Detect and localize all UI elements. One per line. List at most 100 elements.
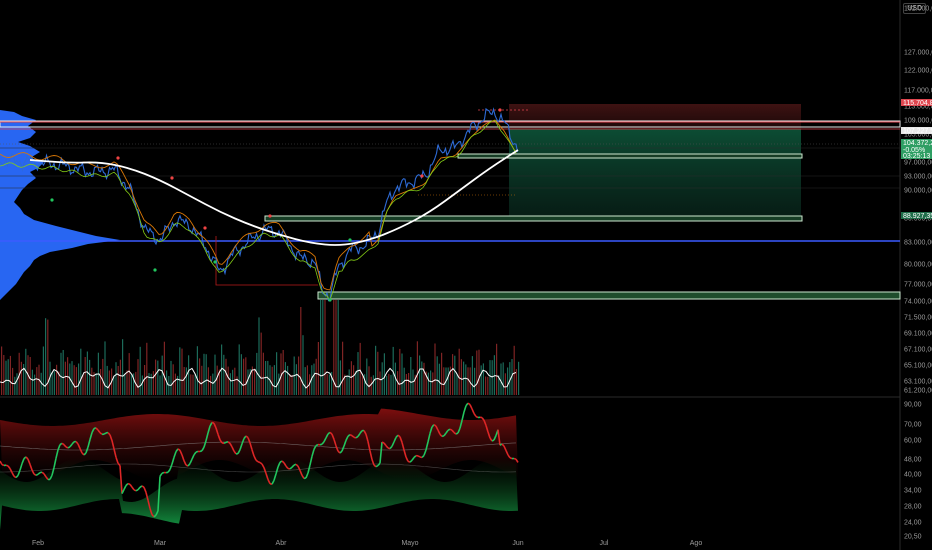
- volume-bar: [467, 367, 469, 395]
- volume-bar: [313, 363, 315, 395]
- volume-bar: [254, 368, 256, 395]
- volume-bar: [104, 341, 106, 395]
- volume-bar: [478, 349, 480, 395]
- osc-tick-label: 48,00: [904, 457, 922, 464]
- volume-bar: [513, 345, 515, 395]
- volume-bar: [324, 300, 326, 395]
- volume-bar: [199, 358, 201, 395]
- volume-bar: [447, 367, 449, 395]
- volume-bar: [430, 370, 432, 395]
- volume-bar: [108, 370, 110, 395]
- volume-bar: [247, 369, 249, 395]
- price-tick-label: 61.200,00: [904, 388, 932, 395]
- volume-bar: [491, 360, 493, 395]
- volume-bar: [1, 346, 3, 395]
- sell-signal-marker: [420, 174, 424, 178]
- volume-bar: [348, 369, 350, 395]
- buy-signal-marker: [213, 260, 217, 264]
- oscillator-segment: [141, 485, 145, 488]
- price-tick-label: 77.000,00: [904, 282, 932, 289]
- price-tick-label: 122.000,00: [904, 68, 932, 75]
- volume-bar: [130, 374, 132, 395]
- stop-loss-zone: [509, 104, 801, 129]
- time-tick-label: Jul: [600, 540, 609, 547]
- volume-bar: [155, 359, 157, 395]
- volume-bar: [458, 348, 460, 395]
- volume-bar: [306, 365, 308, 395]
- volume-bar: [60, 352, 62, 395]
- volume-bar: [287, 365, 289, 395]
- osc-tick-label: 70,00: [904, 422, 922, 429]
- buy-signal-marker: [348, 238, 352, 242]
- buy-signal-marker: [50, 198, 54, 202]
- volume-bar: [317, 342, 319, 395]
- volume-bar: [366, 358, 368, 395]
- volume-bar: [260, 332, 262, 395]
- osc-tick-label: 90,00: [904, 402, 922, 409]
- volume-bar: [159, 375, 161, 395]
- volume-bar: [227, 366, 229, 395]
- volume-bar: [16, 373, 18, 395]
- oscillator-segment: [303, 477, 307, 480]
- volume-bar: [157, 360, 159, 395]
- volume-bar: [185, 367, 187, 395]
- volume-bar: [196, 346, 198, 395]
- price-tag-label: 88.927,35: [903, 213, 932, 220]
- volume-bar: [379, 371, 381, 395]
- demand-zone-lower: [317, 291, 901, 300]
- volume-bar: [45, 318, 47, 395]
- volume-bar: [377, 351, 379, 395]
- volume-bar: [170, 360, 172, 395]
- volume-bar: [359, 342, 361, 395]
- volume-bar: [128, 353, 130, 395]
- time-tick-label: Jun: [512, 540, 523, 547]
- volume-bar: [502, 362, 504, 395]
- price-tag-label: 107.227,52: [903, 128, 932, 135]
- volume-bar: [56, 364, 58, 395]
- volume-bar: [432, 372, 434, 395]
- volume-bar: [441, 352, 443, 395]
- chart-canvas[interactable]: 132.000,00 127.000,00 122.000,00 117.000,00…: [0, 0, 932, 550]
- volume-bar: [5, 360, 7, 395]
- oscillator-segment: [315, 443, 319, 447]
- osc-tick-label: 40,00: [904, 472, 922, 479]
- volume-bar: [337, 300, 339, 395]
- volume-bar: [454, 355, 456, 395]
- volume-bar: [73, 365, 75, 395]
- volume-bar: [507, 367, 509, 395]
- volume-bar: [320, 300, 322, 395]
- volume-bar: [100, 369, 102, 395]
- volume-bar: [119, 359, 121, 395]
- volume-bar: [3, 355, 5, 395]
- oscillator-segment: [257, 461, 261, 464]
- volume-bar: [355, 371, 357, 395]
- volume-bar: [216, 365, 218, 395]
- osc-tick-label: 60,00: [904, 438, 922, 445]
- volume-bar: [401, 353, 403, 395]
- volume-bar: [150, 373, 152, 395]
- volume-bar: [137, 359, 139, 395]
- volume-bar: [31, 369, 33, 395]
- osc-tick-label: 24,00: [904, 520, 922, 527]
- time-tick-label: Ago: [690, 540, 703, 547]
- oscillator-segment: [129, 483, 133, 488]
- oscillator-segment: [103, 432, 107, 435]
- volume-bar: [300, 307, 302, 395]
- volume-bar: [419, 355, 421, 395]
- volume-bar: [80, 348, 82, 395]
- price-tick-label: 132.000,00: [904, 6, 932, 13]
- volume-bar: [152, 371, 154, 395]
- volume-bar: [117, 366, 119, 395]
- oscillator-segment: [471, 408, 475, 414]
- volume-bar: [465, 364, 467, 395]
- price-tick-label: 90.000,00: [904, 188, 932, 195]
- volume-bar: [487, 376, 489, 395]
- volume-bar: [102, 358, 104, 395]
- volume-bar: [53, 371, 55, 395]
- sell-signal-marker: [116, 156, 120, 160]
- volume-bar: [434, 343, 436, 395]
- volume-bar: [34, 374, 36, 395]
- oscillator-segment: [195, 450, 199, 453]
- volume-bar: [460, 359, 462, 395]
- volume-bar: [436, 356, 438, 395]
